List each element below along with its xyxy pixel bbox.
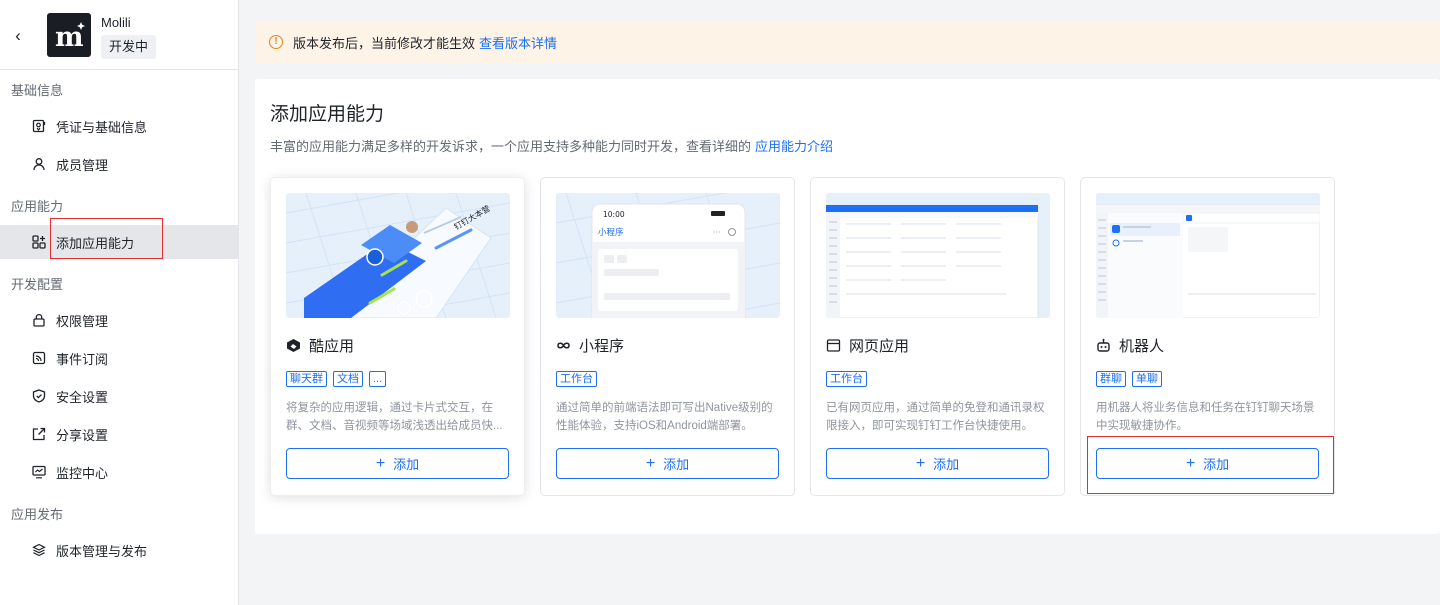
grid-add-icon xyxy=(32,235,46,249)
sidebar-item-label: 成员管理 xyxy=(56,157,109,173)
tag-more[interactable]: ... xyxy=(369,371,387,387)
sidebar-item-label: 安全设置 xyxy=(56,389,109,405)
card-description: 已有网页应用，通过简单的免登和通讯录权限接入，即可实现钉钉工作台快捷使用。 xyxy=(826,402,1045,432)
svg-text:···: ··· xyxy=(713,228,721,237)
app-logo: m xyxy=(47,13,91,57)
button-label: 添加 xyxy=(663,457,690,472)
robot-icon xyxy=(1097,338,1110,352)
notice-text: 版本发布后，当前修改才能生效 xyxy=(293,35,476,51)
add-cool-app-button[interactable]: + 添加 xyxy=(286,448,509,479)
plus-icon: + xyxy=(645,454,656,472)
card-mini-program: 10:00 小程序 ··· 小程序 工作台 通过简单的前端语法即可写出Nativ… xyxy=(540,177,795,496)
card-tags: 工作台 xyxy=(826,371,873,387)
tag: 单聊 xyxy=(1132,371,1162,387)
tag: 工作台 xyxy=(826,371,867,387)
shield-icon xyxy=(32,389,46,403)
sidebar-item-versions[interactable]: 版本管理与发布 xyxy=(0,533,238,567)
sidebar-item-credentials[interactable]: 凭证与基础信息 xyxy=(0,109,238,143)
view-version-link[interactable]: 查看版本详情 xyxy=(479,33,557,52)
status-badge: 开发中 xyxy=(101,35,157,59)
credential-icon xyxy=(32,119,46,133)
layers-icon xyxy=(32,543,46,557)
card-tags: 群聊 单聊 xyxy=(1096,371,1168,387)
highlight-box xyxy=(50,218,163,259)
sidebar-item-label: 版本管理与发布 xyxy=(56,543,148,559)
plus-icon: + xyxy=(915,454,926,472)
card-title: 酷应用 xyxy=(286,335,354,356)
card-title-text: 网页应用 xyxy=(849,338,910,355)
robot-illustration xyxy=(1096,193,1320,318)
sidebar-item-permissions[interactable]: 权限管理 xyxy=(0,303,238,337)
page-title: 添加应用能力 xyxy=(270,104,385,125)
tag: 文档 xyxy=(333,371,363,387)
lock-icon xyxy=(33,314,45,327)
card-title-text: 酷应用 xyxy=(309,338,355,355)
tag: 群聊 xyxy=(1096,371,1126,387)
sidebar-item-label: 分享设置 xyxy=(56,427,109,443)
description-text: 丰富的应用能力满足多样的开发诉求，一个应用支持多种能力同时开发，查看详细的 xyxy=(270,139,752,154)
mini-program-illustration: 10:00 小程序 ··· xyxy=(556,193,780,318)
monitor-icon xyxy=(32,465,46,479)
sidebar-item-monitor[interactable]: 监控中心 xyxy=(0,455,238,489)
highlight-box xyxy=(1087,436,1334,494)
card-description: 用机器人将业务信息和任务在钉钉聊天场景中实现敏捷协作。 xyxy=(1096,402,1315,432)
tag: 工作台 xyxy=(556,371,597,387)
web-app-illustration xyxy=(826,193,1050,318)
card-tags: 工作台 xyxy=(556,371,603,387)
plus-icon: + xyxy=(375,454,386,472)
card-cool-app: 钉钉大本营 酷应用 聊天群 文档 ... 将复杂的应用逻辑，通过卡片式交互，在群… xyxy=(270,177,525,496)
illustration-title: 小程序 xyxy=(598,227,624,238)
card-title: 机器人 xyxy=(1096,335,1164,356)
card-description: 将复杂的应用逻辑，通过卡片式交互，在群、文档、音视频等场域浅透出给成员快... xyxy=(286,402,503,432)
tag: 聊天群 xyxy=(286,371,327,387)
page-description: 丰富的应用能力满足多样的开发诉求，一个应用支持多种能力同时开发，查看详细的 应用能… xyxy=(270,136,833,155)
section-dev-config: 开发配置 xyxy=(11,277,64,292)
card-web-app: 网页应用 工作台 已有网页应用，通过简单的免登和通讯录权限接入，即可实现钉钉工作… xyxy=(810,177,1065,496)
sidebar-item-label: 监控中心 xyxy=(56,465,109,481)
card-title: 网页应用 xyxy=(826,335,909,356)
button-label: 添加 xyxy=(933,457,960,472)
cool-app-illustration: 钉钉大本营 xyxy=(286,193,510,318)
card-title-text: 小程序 xyxy=(579,338,625,355)
back-arrow-icon[interactable]: ‹ xyxy=(10,26,26,46)
mini-program-icon xyxy=(557,342,570,349)
section-publish: 应用发布 xyxy=(11,507,64,522)
button-label: 添加 xyxy=(393,457,420,472)
user-icon xyxy=(33,158,45,171)
sidebar-item-label: 权限管理 xyxy=(56,313,109,329)
cool-app-icon xyxy=(287,339,300,352)
card-title: 小程序 xyxy=(556,335,624,356)
sidebar-item-security[interactable]: 安全设置 xyxy=(0,379,238,413)
card-description: 通过简单的前端语法即可写出Native级别的性能体验，支持iOS和Android… xyxy=(556,402,773,432)
event-icon xyxy=(32,351,46,365)
info-icon: ! xyxy=(269,35,283,49)
card-tags: 聊天群 文档 ... xyxy=(286,371,392,387)
section-capability: 应用能力 xyxy=(11,199,64,214)
notice-banner: ! 版本发布后，当前修改才能生效 查看版本详情 xyxy=(255,21,1440,63)
app-name: Molili xyxy=(101,15,131,30)
sidebar-item-label: 凭证与基础信息 xyxy=(56,119,148,135)
add-mini-program-button[interactable]: + 添加 xyxy=(556,448,779,479)
app-header: ‹ m Molili 开发中 xyxy=(0,0,238,70)
capability-panel: 添加应用能力 丰富的应用能力满足多样的开发诉求，一个应用支持多种能力同时开发，查… xyxy=(255,79,1440,534)
sidebar-item-label: 事件订阅 xyxy=(56,351,109,367)
sidebar: ‹ m Molili 开发中 基础信息 凭证与基础信息 成员管理 应用能力 添加… xyxy=(0,0,239,605)
share-icon xyxy=(32,427,46,441)
sidebar-item-members[interactable]: 成员管理 xyxy=(0,147,238,181)
card-title-text: 机器人 xyxy=(1119,338,1165,355)
web-app-icon xyxy=(826,339,841,352)
add-web-app-button[interactable]: + 添加 xyxy=(826,448,1049,479)
sidebar-item-events[interactable]: 事件订阅 xyxy=(0,341,238,375)
main-content: ! 版本发布后，当前修改才能生效 查看版本详情 添加应用能力 丰富的应用能力满足… xyxy=(240,0,1440,605)
capability-intro-link[interactable]: 应用能力介绍 xyxy=(755,139,833,154)
sidebar-item-share[interactable]: 分享设置 xyxy=(0,417,238,451)
section-basic-info: 基础信息 xyxy=(11,83,64,98)
illustration-time: 10:00 xyxy=(603,210,625,219)
